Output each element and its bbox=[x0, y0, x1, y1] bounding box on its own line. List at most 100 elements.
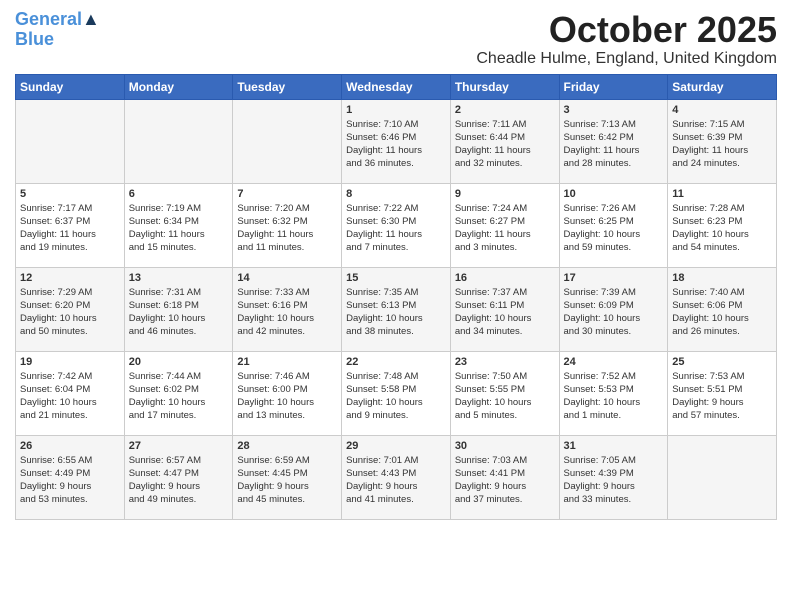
calendar-table: SundayMondayTuesdayWednesdayThursdayFrid… bbox=[15, 74, 777, 520]
calendar-cell: 12 Sunrise: 7:29 AM Sunset: 6:20 PM Dayli… bbox=[16, 267, 125, 351]
day-number: 19 bbox=[20, 356, 120, 368]
calendar-cell: 16 Sunrise: 7:37 AM Sunset: 6:11 PM Dayli… bbox=[450, 267, 559, 351]
day-number: 13 bbox=[129, 272, 229, 284]
day-number: 2 bbox=[455, 104, 555, 116]
week-row-5: 26 Sunrise: 6:55 AM Sunset: 4:49 PM Dayli… bbox=[16, 435, 777, 519]
day-info: Sunrise: 7:22 AM Sunset: 6:30 PM Dayligh… bbox=[346, 202, 446, 255]
header-cell-thursday: Thursday bbox=[450, 74, 559, 99]
calendar-cell: 23Sunrise: 7:50 AM Sunset: 5:55 PM Dayli… bbox=[450, 351, 559, 435]
day-info: Sunrise: 7:20 AM Sunset: 6:32 PM Dayligh… bbox=[237, 202, 337, 255]
day-info: Sunrise: 7:48 AM Sunset: 5:58 PM Dayligh… bbox=[346, 370, 446, 423]
day-info: Sunrise: 7:29 AM Sunset: 6:20 PM Dayligh… bbox=[20, 286, 120, 339]
calendar-cell: 2 Sunrise: 7:11 AM Sunset: 6:44 PM Daylig… bbox=[450, 99, 559, 183]
week-row-1: 1 Sunrise: 7:10 AM Sunset: 6:46 PM Daylig… bbox=[16, 99, 777, 183]
calendar-cell: 28Sunrise: 6:59 AM Sunset: 4:45 PM Dayli… bbox=[233, 435, 342, 519]
day-info: Sunrise: 7:40 AM Sunset: 6:06 PM Dayligh… bbox=[672, 286, 772, 339]
day-number: 4 bbox=[672, 104, 772, 116]
day-number: 9 bbox=[455, 188, 555, 200]
day-info: Sunrise: 6:57 AM Sunset: 4:47 PM Dayligh… bbox=[129, 454, 229, 507]
day-number: 26 bbox=[20, 440, 120, 452]
day-info: Sunrise: 7:52 AM Sunset: 5:53 PM Dayligh… bbox=[564, 370, 664, 423]
day-info: Sunrise: 7:05 AM Sunset: 4:39 PM Dayligh… bbox=[564, 454, 664, 507]
calendar-cell bbox=[233, 99, 342, 183]
calendar-cell: 27Sunrise: 6:57 AM Sunset: 4:47 PM Dayli… bbox=[124, 435, 233, 519]
day-info: Sunrise: 7:39 AM Sunset: 6:09 PM Dayligh… bbox=[564, 286, 664, 339]
logo-blue: Blue bbox=[15, 29, 54, 49]
calendar-cell: 22 Sunrise: 7:48 AM Sunset: 5:58 PM Dayli… bbox=[342, 351, 451, 435]
day-info: Sunrise: 7:19 AM Sunset: 6:34 PM Dayligh… bbox=[129, 202, 229, 255]
day-info: Sunrise: 7:28 AM Sunset: 6:23 PM Dayligh… bbox=[672, 202, 772, 255]
day-number: 18 bbox=[672, 272, 772, 284]
calendar-cell: 1 Sunrise: 7:10 AM Sunset: 6:46 PM Daylig… bbox=[342, 99, 451, 183]
subtitle: Cheadle Hulme, England, United Kingdom bbox=[476, 50, 777, 68]
calendar-cell: 25 Sunrise: 7:53 AM Sunset: 5:51 PM Dayli… bbox=[668, 351, 777, 435]
day-info: Sunrise: 7:33 AM Sunset: 6:16 PM Dayligh… bbox=[237, 286, 337, 339]
calendar-cell: 10Sunrise: 7:26 AM Sunset: 6:25 PM Dayli… bbox=[559, 183, 668, 267]
header: General▲Blue October 2025 Cheadle Hulme,… bbox=[15, 10, 777, 68]
logo-text: General▲Blue bbox=[15, 10, 100, 50]
header-cell-tuesday: Tuesday bbox=[233, 74, 342, 99]
page: General▲Blue October 2025 Cheadle Hulme,… bbox=[0, 0, 792, 612]
day-number: 11 bbox=[672, 188, 772, 200]
calendar-cell: 21 Sunrise: 7:46 AM Sunset: 6:00 PM Dayli… bbox=[233, 351, 342, 435]
day-number: 23 bbox=[455, 356, 555, 368]
day-info: Sunrise: 7:15 AM Sunset: 6:39 PM Dayligh… bbox=[672, 118, 772, 171]
calendar-cell: 14 Sunrise: 7:33 AM Sunset: 6:16 PM Dayli… bbox=[233, 267, 342, 351]
calendar-cell: 3Sunrise: 7:13 AM Sunset: 6:42 PM Daylig… bbox=[559, 99, 668, 183]
day-number: 20 bbox=[129, 356, 229, 368]
calendar-cell: 11 Sunrise: 7:28 AM Sunset: 6:23 PM Dayli… bbox=[668, 183, 777, 267]
day-info: Sunrise: 6:59 AM Sunset: 4:45 PM Dayligh… bbox=[237, 454, 337, 507]
day-info: Sunrise: 7:44 AM Sunset: 6:02 PM Dayligh… bbox=[129, 370, 229, 423]
logo-general: General bbox=[15, 9, 82, 29]
week-row-3: 12 Sunrise: 7:29 AM Sunset: 6:20 PM Dayli… bbox=[16, 267, 777, 351]
calendar-cell: 20 Sunrise: 7:44 AM Sunset: 6:02 PM Dayli… bbox=[124, 351, 233, 435]
day-number: 16 bbox=[455, 272, 555, 284]
day-info: Sunrise: 7:53 AM Sunset: 5:51 PM Dayligh… bbox=[672, 370, 772, 423]
calendar-cell: 31 Sunrise: 7:05 AM Sunset: 4:39 PM Dayli… bbox=[559, 435, 668, 519]
week-row-2: 5Sunrise: 7:17 AM Sunset: 6:37 PM Daylig… bbox=[16, 183, 777, 267]
day-info: Sunrise: 7:03 AM Sunset: 4:41 PM Dayligh… bbox=[455, 454, 555, 507]
header-cell-sunday: Sunday bbox=[16, 74, 125, 99]
day-info: Sunrise: 7:24 AM Sunset: 6:27 PM Dayligh… bbox=[455, 202, 555, 255]
day-number: 1 bbox=[346, 104, 446, 116]
calendar-cell: 6 Sunrise: 7:19 AM Sunset: 6:34 PM Daylig… bbox=[124, 183, 233, 267]
day-number: 3 bbox=[564, 104, 664, 116]
calendar-cell: 29Sunrise: 7:01 AM Sunset: 4:43 PM Dayli… bbox=[342, 435, 451, 519]
day-number: 31 bbox=[564, 440, 664, 452]
calendar-cell: 15Sunrise: 7:35 AM Sunset: 6:13 PM Dayli… bbox=[342, 267, 451, 351]
day-number: 8 bbox=[346, 188, 446, 200]
calendar-cell: 5Sunrise: 7:17 AM Sunset: 6:37 PM Daylig… bbox=[16, 183, 125, 267]
header-row: SundayMondayTuesdayWednesdayThursdayFrid… bbox=[16, 74, 777, 99]
day-number: 14 bbox=[237, 272, 337, 284]
day-number: 22 bbox=[346, 356, 446, 368]
calendar-cell: 4 Sunrise: 7:15 AM Sunset: 6:39 PM Daylig… bbox=[668, 99, 777, 183]
day-info: Sunrise: 7:37 AM Sunset: 6:11 PM Dayligh… bbox=[455, 286, 555, 339]
header-cell-monday: Monday bbox=[124, 74, 233, 99]
logo: General▲Blue bbox=[15, 10, 100, 50]
calendar-cell: 18 Sunrise: 7:40 AM Sunset: 6:06 PM Dayli… bbox=[668, 267, 777, 351]
day-number: 17 bbox=[564, 272, 664, 284]
day-number: 25 bbox=[672, 356, 772, 368]
title-area: October 2025 Cheadle Hulme, England, Uni… bbox=[476, 10, 777, 68]
calendar-cell bbox=[668, 435, 777, 519]
day-info: Sunrise: 7:46 AM Sunset: 6:00 PM Dayligh… bbox=[237, 370, 337, 423]
day-number: 21 bbox=[237, 356, 337, 368]
day-number: 6 bbox=[129, 188, 229, 200]
day-number: 12 bbox=[20, 272, 120, 284]
day-info: Sunrise: 7:10 AM Sunset: 6:46 PM Dayligh… bbox=[346, 118, 446, 171]
calendar-cell: 19Sunrise: 7:42 AM Sunset: 6:04 PM Dayli… bbox=[16, 351, 125, 435]
header-cell-wednesday: Wednesday bbox=[342, 74, 451, 99]
day-info: Sunrise: 6:55 AM Sunset: 4:49 PM Dayligh… bbox=[20, 454, 120, 507]
day-number: 30 bbox=[455, 440, 555, 452]
main-title: October 2025 bbox=[476, 10, 777, 50]
day-info: Sunrise: 7:01 AM Sunset: 4:43 PM Dayligh… bbox=[346, 454, 446, 507]
calendar-cell: 26 Sunrise: 6:55 AM Sunset: 4:49 PM Dayli… bbox=[16, 435, 125, 519]
calendar-cell bbox=[124, 99, 233, 183]
calendar-cell: 24Sunrise: 7:52 AM Sunset: 5:53 PM Dayli… bbox=[559, 351, 668, 435]
day-number: 5 bbox=[20, 188, 120, 200]
calendar-cell: 17 Sunrise: 7:39 AM Sunset: 6:09 PM Dayli… bbox=[559, 267, 668, 351]
day-info: Sunrise: 7:31 AM Sunset: 6:18 PM Dayligh… bbox=[129, 286, 229, 339]
day-number: 15 bbox=[346, 272, 446, 284]
week-row-4: 19Sunrise: 7:42 AM Sunset: 6:04 PM Dayli… bbox=[16, 351, 777, 435]
day-info: Sunrise: 7:11 AM Sunset: 6:44 PM Dayligh… bbox=[455, 118, 555, 171]
